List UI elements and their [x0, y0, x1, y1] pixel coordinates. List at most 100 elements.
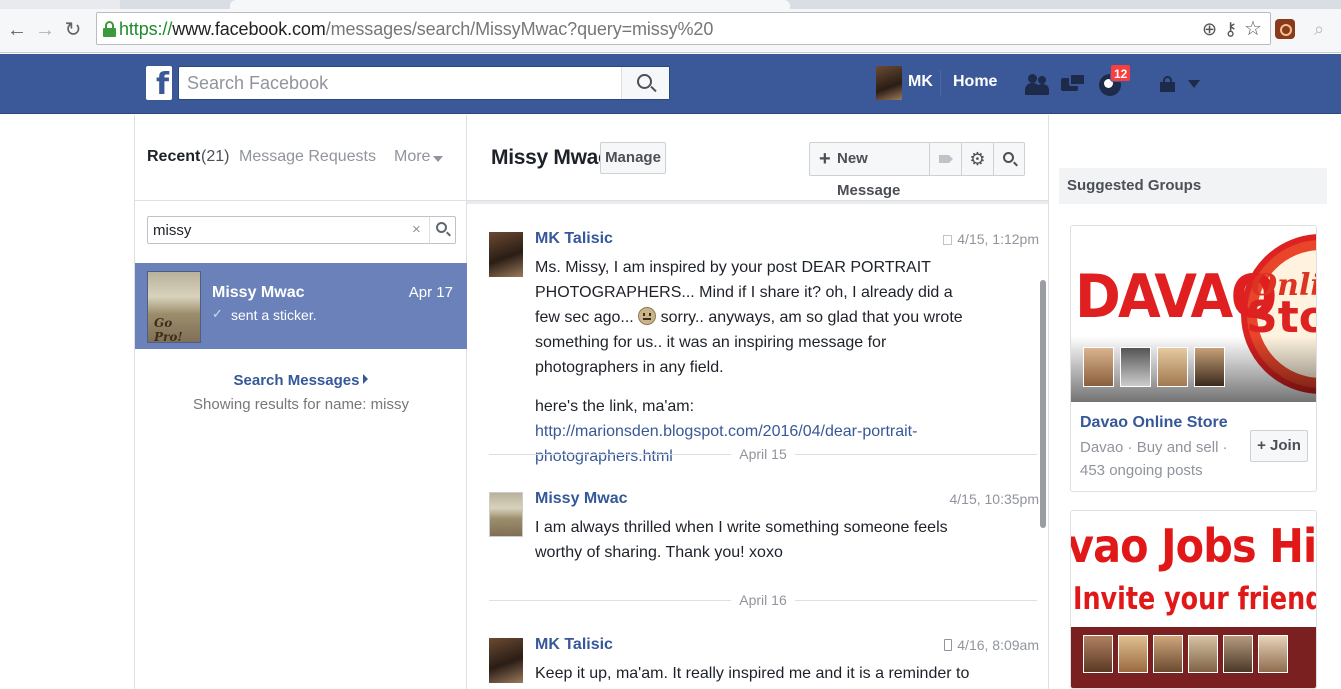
thread-search-button[interactable]: [429, 217, 455, 243]
member-avatars: [1083, 635, 1293, 678]
browser-tab-active[interactable]: [230, 0, 790, 9]
avatar[interactable]: [1157, 347, 1188, 387]
facebook-search-input[interactable]: [187, 67, 607, 99]
camera-extension-icon[interactable]: [1275, 19, 1295, 39]
facebook-logo-icon[interactable]: f: [146, 66, 172, 100]
back-icon[interactable]: ←: [6, 17, 28, 43]
video-call-button[interactable]: [930, 143, 962, 175]
avatar[interactable]: [1118, 635, 1148, 673]
account-menu-caret-icon[interactable]: [1188, 80, 1200, 88]
notifications-badge: 12: [1110, 64, 1132, 82]
zoom-icon[interactable]: ⊕: [1202, 18, 1217, 40]
key-icon[interactable]: ⚷: [1224, 18, 1237, 40]
conversation-body: MK Talisic 4/15, 1:12pm Ms. Missy, I am …: [467, 201, 1048, 689]
messenger-page: Recent (21) Message Requests More × Go P…: [0, 115, 1341, 689]
thread-item-selected[interactable]: Go Pro! Missy Mwac Apr 17 ✓ sent a stick…: [135, 263, 467, 349]
browser-tab-strip: [0, 0, 1341, 9]
more-dropdown[interactable]: More: [394, 148, 430, 166]
avatar[interactable]: [1083, 635, 1113, 673]
profile-name-link[interactable]: MK: [908, 73, 933, 91]
conversation-actions: + New Message ⚙: [809, 142, 1025, 199]
avatar[interactable]: [1083, 347, 1114, 387]
avatar[interactable]: [489, 492, 523, 537]
group-name-link[interactable]: Davao Online Store: [1080, 414, 1228, 432]
tab-message-requests[interactable]: Message Requests: [239, 148, 376, 166]
privacy-shortcuts-icon[interactable]: [1160, 76, 1178, 92]
message-time: 4/16, 8:09am: [944, 637, 1039, 653]
plus-icon: +: [819, 148, 831, 170]
tab-recent[interactable]: Recent: [147, 148, 200, 166]
video-camera-icon: [939, 155, 949, 163]
join-group-button[interactable]: + Join: [1250, 430, 1308, 462]
smiley-emoji-icon: [638, 307, 657, 325]
thread-search-input[interactable]: [153, 217, 408, 243]
settings-button[interactable]: ⚙: [962, 143, 994, 175]
avatar[interactable]: [489, 638, 523, 683]
mobile-phone-icon: [944, 639, 953, 651]
browser-toolbar: ← → ↻ https://www.facebook.com/messages/…: [0, 9, 1341, 53]
reload-icon[interactable]: ↻: [62, 17, 84, 43]
member-avatars: [1083, 347, 1231, 392]
gear-icon: ⚙: [969, 149, 986, 169]
thread-search: ×: [147, 216, 456, 244]
browser-search-icon[interactable]: ⌕: [1308, 19, 1330, 41]
message: Missy Mwac 4/15, 10:35pm I am always thr…: [489, 490, 1039, 570]
threads-header: Recent (21) Message Requests More: [135, 115, 467, 201]
search-icon: [1003, 152, 1014, 163]
address-bar[interactable]: https://www.facebook.com/messages/search…: [96, 12, 1271, 45]
bookmark-star-icon[interactable]: ☆: [1244, 18, 1262, 40]
thread-date: Apr 17: [408, 284, 453, 301]
avatar[interactable]: [489, 232, 523, 277]
message-text: Ms. Missy, I am inspired by your post DE…: [535, 259, 963, 465]
facebook-top-bar: f MK Home 12: [0, 54, 1341, 114]
chevron-down-icon[interactable]: [433, 156, 443, 162]
message-sender[interactable]: Missy Mwac: [535, 490, 627, 508]
conversation-title[interactable]: Missy Mwac: [491, 146, 610, 170]
thread-name: Missy Mwac: [212, 284, 305, 301]
search-messages-link[interactable]: Search Messages: [135, 372, 467, 389]
new-message-button[interactable]: + New Message: [810, 143, 930, 199]
date-divider: April 15: [489, 444, 1037, 464]
avatar[interactable]: [1153, 635, 1183, 673]
search-icon: [637, 74, 652, 89]
group-card: DAVAO Online Sto Davao Online Store Dava…: [1070, 225, 1317, 492]
messages-icon[interactable]: [1061, 72, 1087, 98]
plus-icon: +: [1257, 437, 1271, 454]
forward-icon[interactable]: →: [34, 17, 56, 43]
checkmark-icon: ✓: [212, 306, 223, 321]
profile-avatar[interactable]: [876, 66, 902, 100]
conversation-header: Missy Mwac Manage + New Message ⚙: [467, 115, 1048, 201]
group-card: vao Jobs Hir Invite your friends: [1070, 510, 1317, 689]
browser-tab-inactive[interactable]: [0, 0, 120, 9]
friend-requests-icon[interactable]: [1024, 72, 1050, 98]
thread-snippet: sent a sticker.: [231, 307, 317, 323]
avatar[interactable]: [1194, 347, 1225, 387]
group-cover-image[interactable]: vao Jobs Hir Invite your friends: [1071, 511, 1316, 688]
message-sender[interactable]: MK Talisic: [535, 230, 613, 248]
message: MK Talisic 4/15, 1:12pm Ms. Missy, I am …: [489, 230, 1039, 465]
suggested-groups-heading: Suggested Groups: [1059, 168, 1327, 204]
conversation-scrollbar[interactable]: [1040, 280, 1046, 528]
avatar[interactable]: [1258, 635, 1288, 673]
avatar[interactable]: [1120, 347, 1151, 387]
chevron-right-icon: [363, 374, 369, 384]
message-text: I am always thrilled when I write someth…: [535, 519, 948, 561]
url-text: https://www.facebook.com/messages/search…: [119, 19, 714, 39]
manage-button[interactable]: Manage: [600, 142, 666, 174]
chat-source-icon: [943, 235, 953, 245]
clear-search-icon[interactable]: ×: [412, 221, 421, 238]
avatar[interactable]: [1223, 635, 1253, 673]
home-link[interactable]: Home: [953, 73, 997, 91]
message-sender[interactable]: MK Talisic: [535, 636, 613, 654]
group-cover-image[interactable]: DAVAO Online Sto: [1071, 226, 1316, 402]
search-results-caption: Showing results for name: missy: [193, 396, 409, 413]
facebook-search-button[interactable]: [621, 67, 669, 99]
search-icon: [436, 222, 447, 233]
message: MK Talisic 4/16, 8:09am Keep it up, ma'a…: [489, 636, 1039, 689]
avatar[interactable]: [1188, 635, 1218, 673]
right-sidebar: Suggested Groups DAVAO Online Sto Davao …: [1048, 115, 1341, 689]
search-conversation-button[interactable]: [994, 143, 1025, 175]
facebook-search: [178, 66, 670, 100]
message-text: Keep it up, ma'am. It really inspired me…: [535, 665, 970, 682]
date-divider: April 16: [489, 590, 1037, 610]
